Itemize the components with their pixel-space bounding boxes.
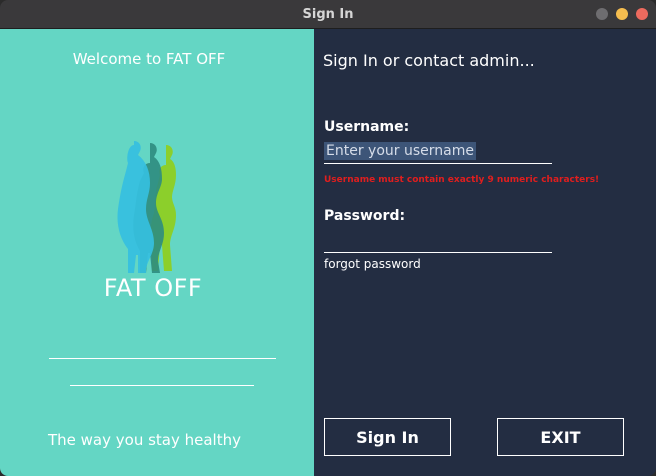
minimize-button[interactable] bbox=[616, 8, 628, 20]
sign-in-window: Sign In Welcome to FAT OFF FAT OFF The w… bbox=[0, 0, 656, 476]
username-input-value: Enter your username bbox=[324, 142, 476, 160]
tagline: The way you stay healthy bbox=[48, 431, 241, 449]
brand-name: FAT OFF bbox=[103, 274, 203, 302]
sign-in-form-panel: Sign In or contact admin... Username: En… bbox=[314, 29, 656, 476]
welcome-text: Welcome to FAT OFF bbox=[72, 50, 226, 68]
forgot-password-link[interactable]: forgot password bbox=[324, 257, 421, 271]
divider-line bbox=[49, 358, 276, 359]
password-label: Password: bbox=[324, 208, 406, 224]
close-button[interactable] bbox=[636, 8, 648, 20]
window-title: Sign In bbox=[302, 6, 354, 22]
exit-button[interactable]: EXIT bbox=[497, 418, 624, 456]
divider-line bbox=[70, 385, 254, 386]
silhouettes-logo-icon bbox=[117, 141, 176, 273]
username-label: Username: bbox=[324, 119, 410, 135]
username-error-message: Username must contain exactly 9 numeric … bbox=[324, 175, 600, 185]
form-heading: Sign In or contact admin... bbox=[323, 51, 535, 70]
welcome-panel: Welcome to FAT OFF FAT OFF The way you s… bbox=[0, 29, 314, 476]
password-input[interactable] bbox=[324, 228, 552, 253]
minimize-disabled-button[interactable] bbox=[596, 8, 608, 20]
title-bar[interactable]: Sign In bbox=[0, 0, 656, 29]
sign-in-button[interactable]: Sign In bbox=[324, 418, 451, 456]
